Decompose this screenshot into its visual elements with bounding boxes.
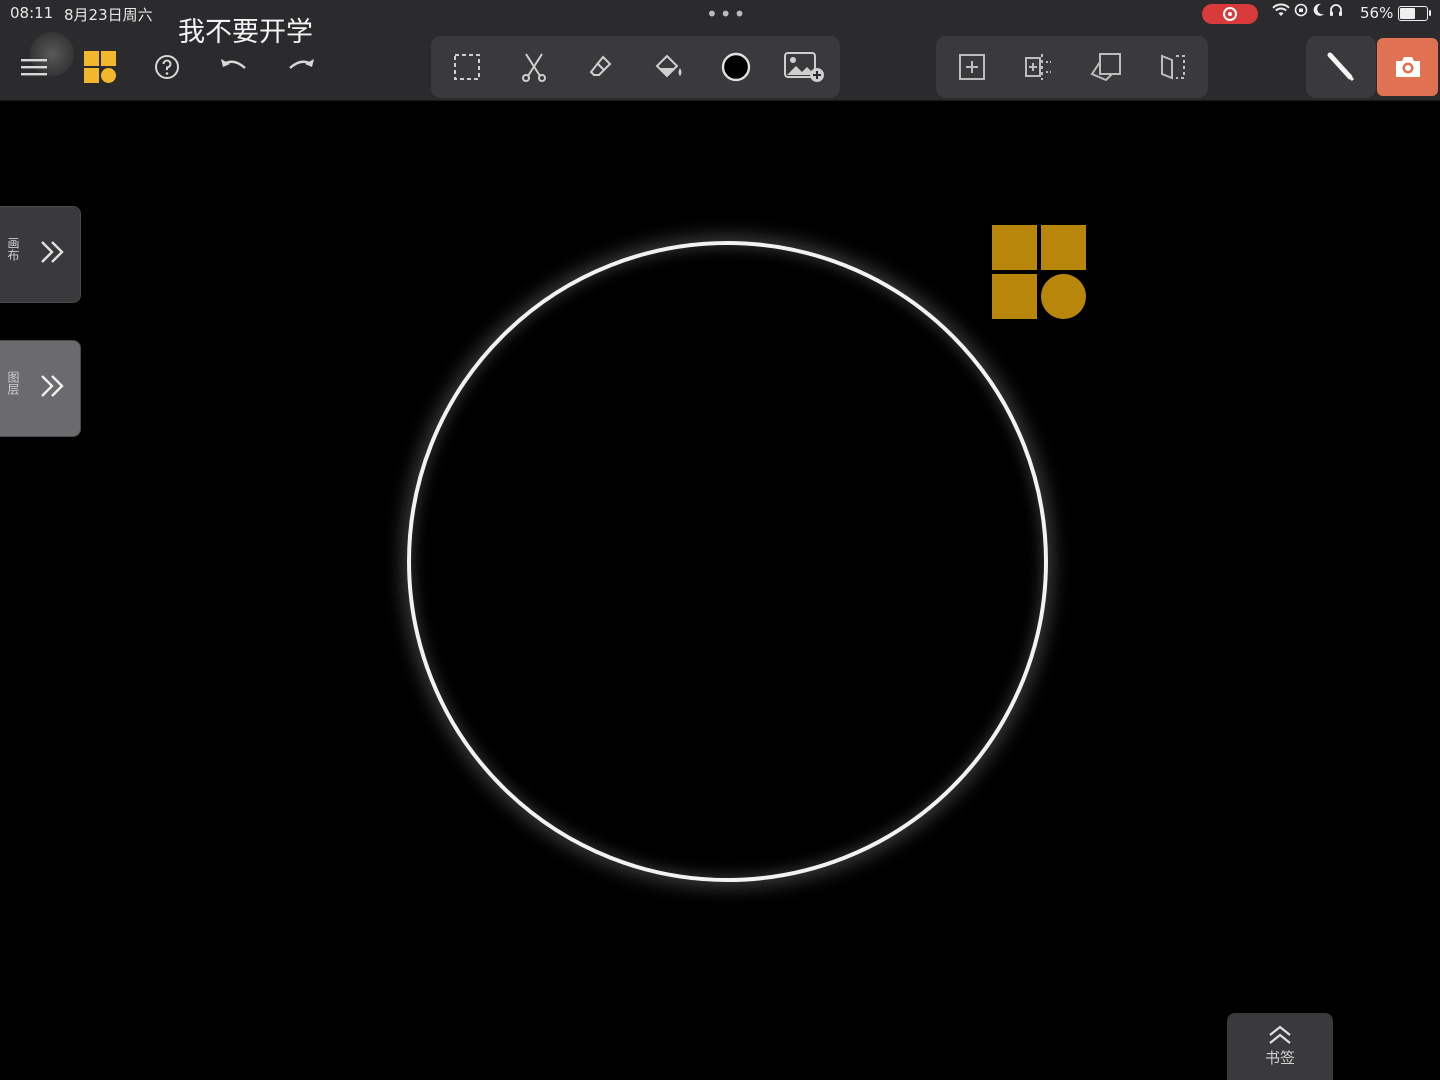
bookmark-label: 书签 [1264, 1049, 1295, 1067]
redo-icon[interactable] [279, 45, 323, 89]
orientation-lock-icon [1294, 3, 1308, 17]
glowing-ring-drawing [407, 241, 1048, 882]
add-page-icon[interactable] [950, 45, 994, 89]
bookmark-button[interactable]: 书签 [1227, 1013, 1333, 1080]
more-dots-icon[interactable]: ••• [706, 2, 747, 26]
eraser-icon[interactable] [579, 45, 623, 89]
fill-bucket-icon[interactable] [647, 45, 691, 89]
drawing-tools-group [431, 36, 840, 98]
document-title[interactable]: 我不要开学 [178, 10, 313, 49]
status-date: 8月23日周六 [64, 6, 153, 24]
wifi-icon [1272, 3, 1290, 16]
battery-icon [1398, 6, 1431, 21]
layers-panel-label: 图层 [6, 371, 20, 395]
camera-icon [1395, 57, 1420, 77]
moon-icon [1313, 3, 1324, 16]
battery-percent: 56% [1360, 4, 1394, 22]
headphones-icon [1330, 4, 1342, 16]
expand-chevrons-icon [41, 241, 64, 263]
copy-page-icon[interactable] [1084, 45, 1128, 89]
insert-image-icon[interactable] [782, 45, 826, 89]
canvas-panel-tab[interactable]: 画布 [0, 206, 81, 303]
shape-icon[interactable] [714, 45, 758, 89]
pen-icon[interactable] [1318, 45, 1362, 89]
screen-recording-indicator[interactable] [1202, 4, 1258, 24]
status-icons [1272, 3, 1343, 17]
chevron-up-icon [1269, 1025, 1291, 1044]
scissors-icon[interactable] [512, 45, 556, 89]
expand-chevrons-icon [41, 375, 64, 397]
layers-panel-tab[interactable]: 图层 [0, 340, 81, 437]
split-page-icon[interactable] [1017, 45, 1061, 89]
top-bar: 08:11 8月23日周六 我不要开学 ••• 56% [0, 0, 1440, 101]
app-screen: 08:11 8月23日周六 我不要开学 ••• 56% 画布 图层 书签 [0, 0, 1440, 1080]
flip-page-icon[interactable] [1151, 45, 1195, 89]
menu-icon[interactable] [12, 45, 56, 89]
record-icon [1223, 7, 1237, 21]
canvas-panel-label: 画布 [6, 237, 20, 261]
lasso-select-icon[interactable] [445, 45, 489, 89]
status-time: 08:11 [10, 4, 54, 22]
undo-icon[interactable] [212, 45, 256, 89]
camera-button[interactable] [1377, 38, 1438, 96]
layout-logo-icon [992, 225, 1086, 319]
help-icon[interactable] [145, 45, 189, 89]
layout-icon[interactable] [78, 45, 122, 89]
